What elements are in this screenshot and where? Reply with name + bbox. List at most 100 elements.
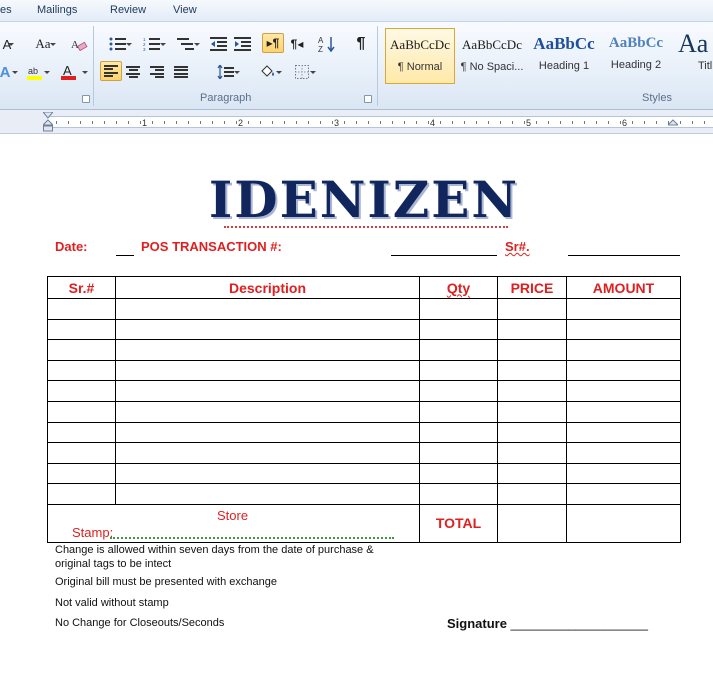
table-cell[interactable]	[47, 359, 116, 382]
total-price-cell[interactable]	[497, 503, 567, 543]
table-cell[interactable]	[47, 400, 116, 423]
style-name: Heading 1	[538, 60, 590, 72]
ltr-text-direction-button[interactable]: ▸¶	[262, 33, 284, 53]
align-right-icon	[150, 66, 164, 78]
style-heading-2[interactable]: AaBbCc Heading 2	[601, 28, 671, 84]
indent-marker-icon[interactable]	[43, 112, 53, 132]
table-cell[interactable]	[497, 421, 567, 444]
show-formatting-marks-button[interactable]: ¶	[350, 34, 372, 54]
style-heading-1[interactable]: AaBbCc Heading 1	[529, 28, 599, 84]
sort-button[interactable]: AZ	[316, 34, 338, 54]
table-cell[interactable]	[419, 380, 498, 402]
table-cell[interactable]	[115, 359, 420, 382]
table-cell[interactable]	[47, 298, 116, 320]
style-name: Title	[698, 60, 712, 72]
style-sample: Aa	[678, 29, 709, 58]
shading-button[interactable]	[254, 62, 282, 82]
table-cell[interactable]	[419, 462, 498, 485]
total-amount-cell[interactable]	[566, 503, 681, 543]
table-cell[interactable]	[419, 483, 498, 505]
change-case-button[interactable]: Aa	[28, 34, 58, 54]
table-cell[interactable]	[566, 462, 681, 485]
store-stamp-cell[interactable]: Store Stamp:	[47, 503, 420, 543]
table-cell[interactable]	[566, 298, 681, 320]
table-cell[interactable]	[115, 318, 420, 341]
borders-button[interactable]	[288, 62, 316, 82]
table-cell[interactable]	[419, 400, 498, 423]
table-cell[interactable]	[566, 483, 681, 505]
table-cell[interactable]	[47, 462, 116, 485]
table-cell[interactable]	[566, 359, 681, 382]
table-cell[interactable]	[497, 483, 567, 505]
decrease-indent-button[interactable]	[208, 34, 230, 54]
style-no-spacing[interactable]: AaBbCcDc ¶ No Spaci...	[457, 28, 527, 84]
paragraph-dialog-launcher[interactable]	[364, 95, 372, 103]
table-cell[interactable]	[566, 421, 681, 444]
font-dialog-launcher[interactable]	[82, 95, 90, 103]
tab-review[interactable]: Review	[110, 4, 146, 16]
clear-formatting-button[interactable]: A	[68, 34, 90, 54]
tab-references[interactable]: es	[0, 4, 12, 16]
line-spacing-button[interactable]	[212, 62, 240, 82]
table-cell[interactable]	[47, 380, 116, 402]
table-cell[interactable]	[115, 298, 420, 320]
table-cell[interactable]	[47, 421, 116, 444]
table-cell[interactable]	[497, 442, 567, 464]
pos-transaction-line	[391, 255, 497, 256]
font-color-button[interactable]: A	[58, 62, 88, 82]
table-cell[interactable]	[497, 318, 567, 341]
table-cell[interactable]	[115, 483, 420, 505]
table-cell[interactable]	[115, 421, 420, 444]
table-cell[interactable]	[497, 380, 567, 402]
table-cell[interactable]	[419, 421, 498, 444]
table-cell[interactable]	[566, 380, 681, 402]
paint-bucket-icon	[261, 65, 274, 77]
table-cell[interactable]	[115, 400, 420, 423]
table-cell[interactable]	[419, 298, 498, 320]
align-right-button[interactable]	[146, 62, 168, 82]
style-title[interactable]: Aa Title	[673, 28, 713, 84]
table-cell[interactable]	[566, 318, 681, 341]
table-row	[47, 400, 681, 423]
table-cell[interactable]	[566, 442, 681, 464]
document-page[interactable]: IDENIZEN Date: POS TRANSACTION #: Sr#. S…	[0, 134, 713, 675]
table-cell[interactable]	[497, 339, 567, 361]
table-cell[interactable]	[47, 339, 116, 361]
table-cell[interactable]	[497, 359, 567, 382]
table-cell[interactable]	[419, 442, 498, 464]
table-cell[interactable]	[419, 359, 498, 382]
table-cell[interactable]	[419, 339, 498, 361]
ruler-tick	[320, 121, 321, 124]
table-cell[interactable]	[115, 462, 420, 485]
table-cell[interactable]	[47, 483, 116, 505]
bullets-button[interactable]	[104, 34, 132, 54]
table-cell[interactable]	[566, 339, 681, 361]
increase-indent-button[interactable]	[232, 34, 254, 54]
ruler-tick	[92, 121, 93, 124]
align-center-button[interactable]	[122, 62, 144, 82]
right-indent-marker-icon[interactable]	[668, 112, 678, 132]
numbering-button[interactable]: 1 2 3	[138, 34, 166, 54]
highlight-color-button[interactable]: ab	[24, 62, 50, 82]
table-cell[interactable]	[47, 318, 116, 341]
table-cell[interactable]	[115, 339, 420, 361]
tab-view[interactable]: View	[173, 4, 197, 16]
horizontal-ruler[interactable]: 1 2 3 4 5 6	[0, 110, 713, 134]
table-cell[interactable]	[497, 462, 567, 485]
table-cell[interactable]	[497, 298, 567, 320]
style-normal[interactable]: AaBbCcDc ¶ Normal	[385, 28, 455, 84]
table-cell[interactable]	[497, 400, 567, 423]
table-cell[interactable]	[47, 442, 116, 464]
table-cell[interactable]	[115, 442, 420, 464]
table-cell[interactable]	[566, 400, 681, 423]
text-effects-button[interactable]: A	[0, 62, 18, 82]
shrink-font-button[interactable]: A	[0, 34, 18, 54]
ruler-tick	[308, 121, 309, 124]
table-cell[interactable]	[419, 318, 498, 341]
multilevel-list-button[interactable]	[172, 34, 200, 54]
tab-mailings[interactable]: Mailings	[37, 4, 77, 16]
align-left-button[interactable]	[100, 61, 122, 81]
justify-button[interactable]	[170, 62, 192, 82]
table-cell[interactable]	[115, 380, 420, 402]
rtl-text-direction-button[interactable]: ¶◂	[286, 34, 308, 54]
